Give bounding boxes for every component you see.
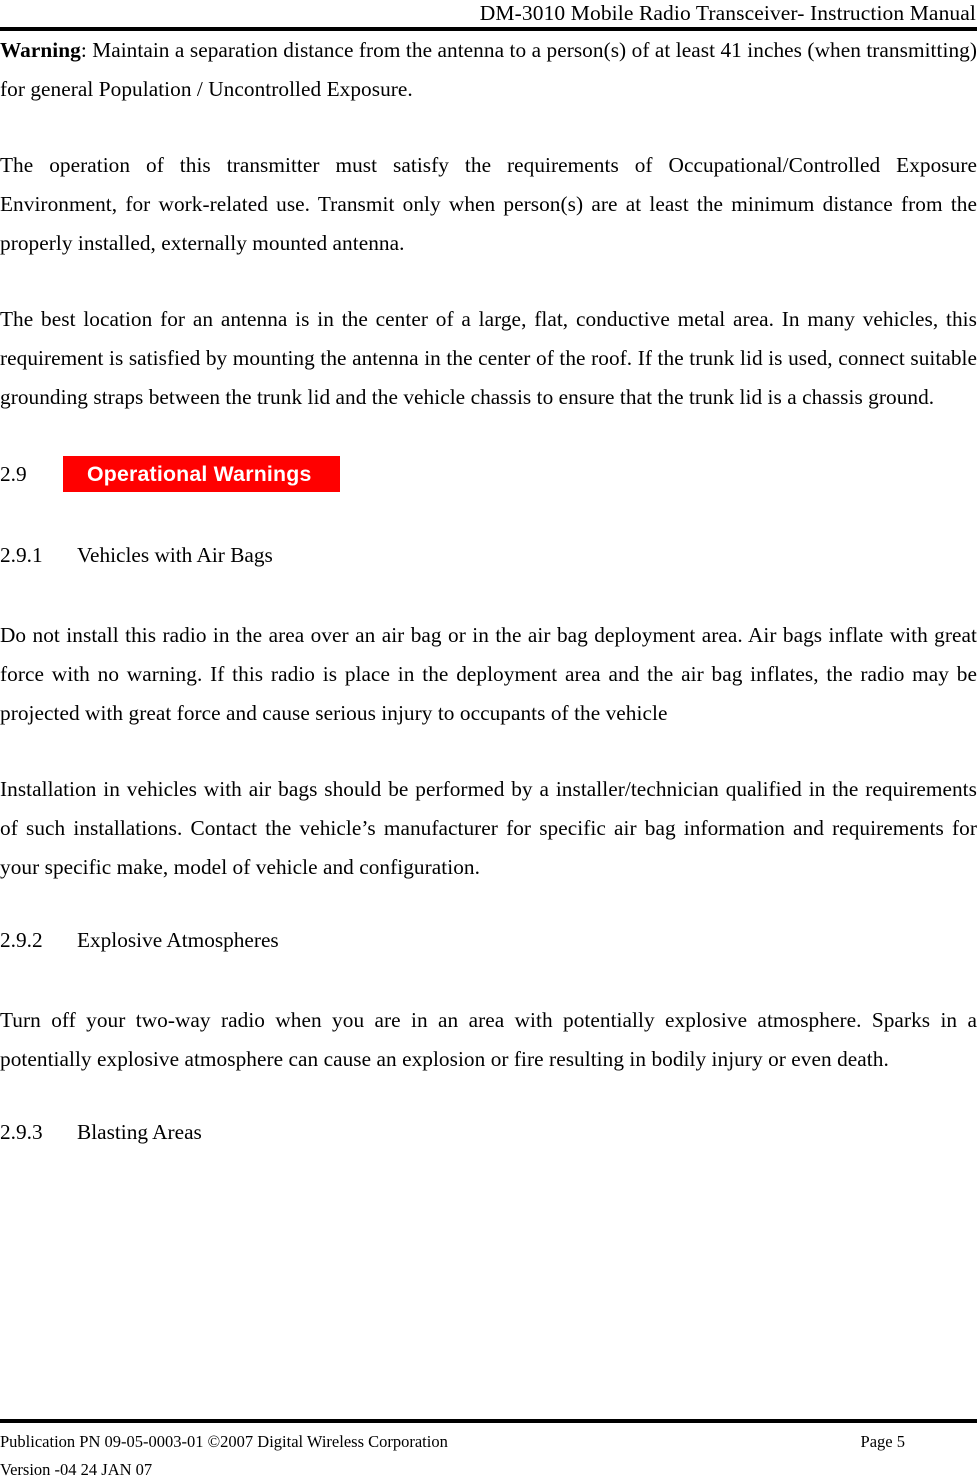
page-header: DM-3010 Mobile Radio Transceiver- Instru… (0, 0, 977, 30)
air-bag-installation-paragraph: Installation in vehicles with air bags s… (0, 777, 977, 879)
subsection-heading-2-9-3: 2.9.3 Blasting Areas (0, 1116, 977, 1148)
footer-publication: Publication PN 09-05-0003-01 ©2007 Digit… (0, 1432, 448, 1451)
section-title-operational-warnings: Operational Warnings (63, 456, 340, 492)
subsection-heading-2-9-1: 2.9.1 Vehicles with Air Bags (0, 539, 977, 571)
subsection-title-blasting-areas: Blasting Areas (77, 1120, 202, 1144)
footer-version: Version -04 24 JAN 07 (0, 1460, 153, 1479)
air-bag-warning-paragraph: Do not install this radio in the area ov… (0, 623, 977, 725)
document-page: DM-3010 Mobile Radio Transceiver- Instru… (0, 0, 977, 1479)
warning-label: Warning (0, 38, 81, 62)
subsection-number-2-9-1: 2.9.1 (0, 543, 43, 567)
explosive-atmosphere-paragraph: Turn off your two-way radio when you are… (0, 1008, 977, 1071)
subsection-number-2-9-2: 2.9.2 (0, 928, 43, 952)
heading-spacer (0, 494, 977, 539)
subsection-heading-2-9-2: 2.9.2 Explosive Atmospheres (0, 924, 977, 956)
header-title: DM-3010 Mobile Radio Transceiver- Instru… (479, 1, 976, 25)
heading-spacer (0, 956, 977, 1001)
warning-paragraph: Warning: Maintain a separation distance … (0, 31, 977, 109)
subsection-number-2-9-3: 2.9.3 (0, 1120, 43, 1144)
footer-page-number: Page 5 (860, 1432, 905, 1451)
footer-divider (0, 1419, 977, 1423)
section-heading-2-9: 2.9 Operational Warnings (0, 454, 977, 494)
subsection-title-vehicles-with-air-bags: Vehicles with Air Bags (77, 543, 273, 567)
warning-text: : Maintain a separation distance from th… (0, 38, 977, 101)
document-body: Warning: Maintain a separation distance … (0, 31, 977, 1148)
antenna-location-paragraph: The best location for an antenna is in t… (0, 307, 977, 409)
subsection-title-explosive-atmospheres: Explosive Atmospheres (77, 928, 279, 952)
heading-spacer (0, 571, 977, 616)
footer-row: Publication PN 09-05-0003-01 ©2007 Digit… (0, 1432, 977, 1452)
section-number-2-9: 2.9 (0, 462, 27, 486)
operation-paragraph: The operation of this transmitter must s… (0, 153, 977, 255)
